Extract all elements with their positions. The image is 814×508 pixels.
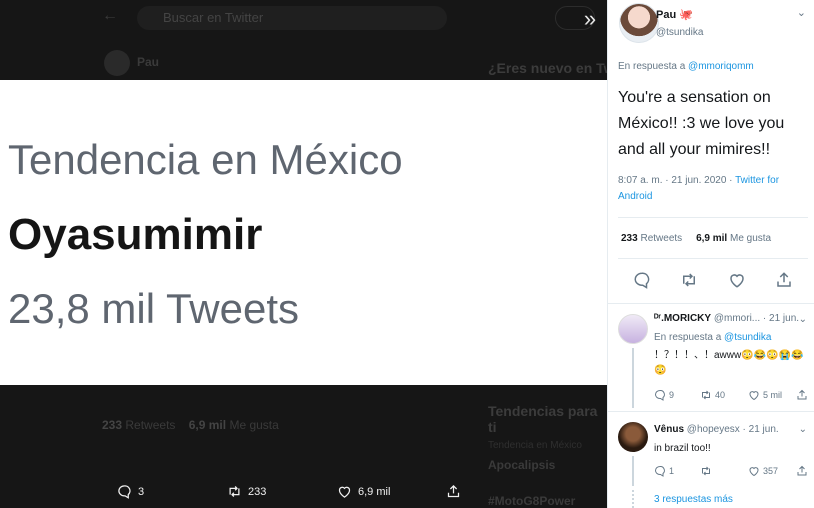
reply-avatar[interactable]: [618, 314, 648, 344]
author-avatar[interactable]: [619, 3, 659, 43]
thread-line: [632, 348, 634, 408]
tweet-detail-panel: Pau 🐙 @tsundika ⌄ En respuesta a @mmoriq…: [607, 0, 814, 508]
expand-panel-icon[interactable]: »: [575, 2, 605, 36]
retweet-icon: [702, 466, 710, 476]
more-replies-link[interactable]: 3 respuestas más: [654, 494, 733, 505]
retweet-icon[interactable]: [680, 271, 698, 289]
background-trend-sub: Tendencia en México: [488, 440, 582, 451]
divider: [608, 411, 814, 412]
heart-icon: [749, 467, 759, 477]
reply-header: Vênus @hopeyesx · 21 jun.: [654, 424, 779, 435]
reply-icon: [655, 390, 665, 401]
reply-context: En respuesta a @mmoriqomm: [618, 61, 754, 72]
media-reply-button[interactable]: 3: [117, 484, 144, 499]
author-name[interactable]: Pau 🐙: [656, 8, 693, 21]
reply-context: En respuesta a @tsundika: [654, 332, 771, 343]
tweet-meta: 8:07 a. m. · 21 jun. 2020 · Twitter for …: [618, 173, 808, 205]
tweet-text: You're a sensation on México!! :3 we lov…: [618, 89, 785, 158]
media-like-button[interactable]: 6,9 mil: [337, 484, 390, 499]
reply-text: in brazil too!!: [654, 443, 711, 454]
media-reply-count: 3: [138, 485, 145, 498]
reply-prefix: En respuesta a: [618, 61, 686, 72]
reply-reply-count: 1: [669, 466, 675, 476]
background-avatar: [104, 50, 130, 76]
tweet-timestamp[interactable]: 8:07 a. m. · 21 jun. 2020 ·: [618, 175, 733, 186]
share-icon: [797, 389, 807, 400]
reply-actions: 1 357: [654, 465, 814, 481]
reply-date[interactable]: · 21 jun.: [763, 313, 799, 324]
reply-header: ᴰʳ.MORICKY @mmori... · 21 jun.: [654, 313, 799, 324]
reply-actions: 9 40 5 mil: [654, 389, 814, 405]
divider: [618, 217, 808, 218]
media-retweet-button[interactable]: 233: [227, 484, 266, 499]
background-likes-count: 6,9 mil: [188, 418, 227, 432]
reply-to-link[interactable]: @tsundika: [724, 332, 771, 343]
heart-icon[interactable]: [728, 271, 746, 289]
retweets-label[interactable]: Retweets: [640, 233, 682, 244]
search-input: Buscar en Twitter: [137, 6, 447, 30]
background-trends-heading: Tendencias para ti: [488, 403, 598, 435]
share-icon[interactable]: [775, 271, 793, 289]
reply-icon: [118, 485, 131, 499]
background-stats: 233 Retweets 6,9 mil Me gusta: [102, 418, 279, 432]
background-retweets-count: 233: [102, 418, 123, 432]
retweet-icon: [702, 390, 710, 400]
reply-reply-button[interactable]: 9: [654, 389, 674, 401]
reply-like-button[interactable]: 357: [748, 465, 778, 477]
background-retweets-label: Retweets: [125, 418, 176, 432]
media-share-button[interactable]: [446, 484, 461, 499]
tweet-media-image[interactable]: Tendencia en México Oyasumimir 23,8 mil …: [0, 80, 607, 385]
back-arrow-icon: ←: [102, 7, 118, 24]
media-line-hashtag: Oyasumimir: [8, 210, 263, 259]
tweet-stats: 233 Retweets 6,9 mil Me gusta: [621, 233, 771, 244]
retweet-icon: [229, 486, 240, 497]
divider: [618, 258, 808, 259]
reply-to-link[interactable]: @mmoriqomm: [688, 61, 754, 72]
reply-retweet-count: 40: [715, 390, 726, 400]
reply-date[interactable]: · 21 jun.: [743, 424, 779, 435]
reply-share-button[interactable]: [796, 465, 808, 477]
media-retweet-count: 233: [248, 485, 267, 498]
tweet-actions: [608, 271, 814, 291]
thread-line: [632, 456, 634, 486]
reply-reply-count: 9: [669, 390, 675, 400]
reply-author-handle[interactable]: @hopeyesx: [687, 424, 740, 435]
reply-share-button[interactable]: [796, 389, 808, 401]
background-likes-label: Me gusta: [229, 418, 279, 432]
thread-dots: [632, 490, 634, 508]
reply-author-name[interactable]: Vênus: [654, 424, 684, 435]
reply-icon[interactable]: [633, 271, 651, 289]
share-icon: [447, 484, 460, 498]
background-sidebar-title: ¿Eres nuevo en Twitter?: [488, 60, 607, 76]
media-line-count: 23,8 mil Tweets: [8, 285, 300, 332]
chevron-down-icon[interactable]: ⌄: [799, 424, 807, 435]
likes-label[interactable]: Me gusta: [730, 233, 771, 244]
media-line-trend: Tendencia en México: [8, 136, 403, 183]
reply-icon: [655, 466, 665, 477]
retweets-count[interactable]: 233: [621, 233, 638, 244]
chevron-down-icon[interactable]: ⌄: [799, 314, 807, 325]
reply-like-count: 357: [763, 466, 779, 476]
heart-icon: [338, 486, 351, 498]
likes-count[interactable]: 6,9 mil: [696, 233, 727, 244]
media-action-bar: 3 233 6,9 mil: [0, 478, 607, 508]
reply-retweet-button[interactable]: 40: [700, 389, 725, 401]
reply-avatar[interactable]: [618, 422, 648, 452]
reply-author-handle[interactable]: @mmori...: [714, 313, 760, 324]
reply-author-name[interactable]: ᴰʳ.MORICKY: [654, 313, 711, 324]
heart-icon: [749, 391, 759, 401]
reply-reply-button[interactable]: 1: [654, 465, 674, 477]
author-handle[interactable]: @tsundika: [656, 27, 703, 38]
chevron-down-icon[interactable]: ⌄: [797, 6, 806, 19]
divider: [608, 303, 814, 304]
share-icon: [797, 465, 807, 476]
media-like-count: 6,9 mil: [358, 485, 391, 498]
reply-like-count: 5 mil: [763, 390, 783, 400]
background-author-name: Pau: [137, 55, 160, 69]
reply-like-button[interactable]: 5 mil: [748, 389, 782, 401]
reply-text: ！？！！、！awww😳😂😳😭😂😳: [654, 350, 804, 376]
background-trend-1: Apocalipsis: [488, 458, 556, 472]
reply-retweet-button[interactable]: [700, 465, 712, 477]
reply-prefix: En respuesta a: [654, 332, 722, 343]
